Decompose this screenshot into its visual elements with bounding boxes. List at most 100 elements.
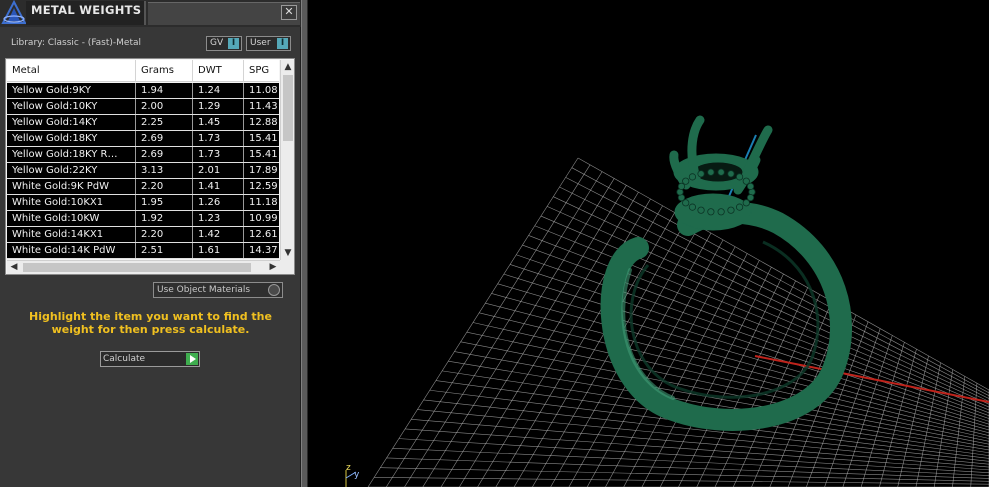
gv-toggle[interactable]: GV I: [206, 36, 242, 51]
panel-splitter[interactable]: [301, 0, 308, 487]
cell-spg: 11.43: [249, 101, 278, 112]
panel-title-tab[interactable]: METAL WEIGHTS: [26, 1, 146, 25]
cell-grams: 2.69: [136, 147, 193, 162]
cell-grams: 2.25: [136, 115, 193, 130]
cell-grams: 1.94: [136, 83, 193, 98]
cell-grams: 2.69: [136, 131, 193, 146]
halo-bead: [727, 170, 735, 178]
table-row[interactable]: Yellow Gold:18KY R… 2.69 1.73 15.41: [7, 147, 279, 163]
titlebar-fill: [148, 2, 300, 25]
grid-line: [405, 428, 989, 471]
cell-dwt: 1.73: [193, 147, 244, 162]
horizontal-scrollbar[interactable]: ◀ ▶: [7, 260, 280, 274]
table-row[interactable]: Yellow Gold:14KY 2.25 1.45 12.88: [7, 115, 279, 131]
x-axis-line: [754, 355, 989, 403]
vertical-scroll-thumb[interactable]: [283, 75, 293, 141]
scroll-down-icon[interactable]: ▼: [281, 246, 294, 260]
halo-bead: [746, 182, 755, 190]
cell-spg: 12.88: [249, 117, 278, 128]
table-row[interactable]: Yellow Gold:9KY 1.94 1.24 11.08: [7, 83, 279, 99]
table-row[interactable]: Yellow Gold:18KY 2.69 1.73 15.41: [7, 131, 279, 147]
viewport-canvas[interactable]: z y: [308, 0, 989, 487]
column-header-spg[interactable]: SPG: [244, 60, 280, 82]
cell-spg: 10.99: [249, 213, 278, 224]
cell-metal: Yellow Gold:14KY: [7, 115, 136, 130]
halo-bead: [735, 173, 744, 181]
ring-model[interactable]: [600, 115, 852, 431]
column-header-dwt[interactable]: DWT: [193, 60, 244, 82]
grid-line: [448, 360, 989, 451]
table-row[interactable]: White Gold:9K PdW 2.20 1.41 12.59: [7, 179, 279, 195]
table-row[interactable]: White Gold:10KX1 1.95 1.26 11.18: [7, 195, 279, 211]
table-header: Metal Grams DWT SPG: [7, 60, 279, 82]
table-body: Yellow Gold:9KY 1.94 1.24 11.08 Yellow Gold:…: [7, 83, 279, 260]
scroll-right-icon[interactable]: ▶: [266, 261, 280, 274]
grid-line: [952, 376, 966, 487]
grid-line: [897, 355, 929, 487]
axis-label-z: z: [346, 463, 351, 473]
cell-grams: 1.95: [136, 195, 193, 210]
horizontal-scroll-thumb[interactable]: [23, 263, 251, 272]
grid-line: [678, 273, 784, 487]
grid-line: [842, 335, 893, 487]
cell-grams: 2.00: [136, 99, 193, 114]
use-object-materials-toggle[interactable]: Use Object Materials: [153, 282, 283, 298]
table-row[interactable]: White Gold:14KX1 2.20 1.42 12.61: [7, 227, 279, 243]
cell-metal: Yellow Gold:9KY: [7, 83, 136, 98]
cell-dwt: 1.26: [193, 195, 244, 210]
cell-grams: 3.13: [136, 163, 193, 178]
halo-bead: [688, 203, 697, 211]
halo-bead: [707, 168, 715, 176]
cell-metal: Yellow Gold:18KY R…: [7, 147, 136, 162]
cell-dwt: 1.73: [193, 131, 244, 146]
grid-line: [933, 369, 954, 487]
table-row[interactable]: White Gold:10KW 1.92 1.23 10.99: [7, 211, 279, 227]
close-icon[interactable]: ✕: [281, 5, 297, 20]
cell-dwt: 1.24: [193, 83, 244, 98]
ring-shank-inner: [629, 240, 820, 399]
panel-title: METAL WEIGHTS: [31, 3, 142, 17]
grid-line: [392, 447, 989, 476]
grid-line: [380, 467, 989, 482]
user-toggle[interactable]: User I: [246, 36, 291, 51]
scroll-up-icon[interactable]: ▲: [281, 60, 294, 74]
instruction-text: Highlight the item you want to find the …: [29, 310, 272, 336]
app-logo-icon: [1, 0, 27, 24]
halo-bead: [697, 170, 705, 178]
cell-metal: White Gold:9K PdW: [7, 179, 136, 194]
3d-viewport[interactable]: z y: [308, 0, 989, 487]
cell-spg: 14.37: [249, 245, 278, 256]
vertical-scrollbar[interactable]: ▲ ▼: [280, 60, 294, 260]
grid-line: [374, 477, 989, 485]
cell-dwt: 1.29: [193, 99, 244, 114]
ring-shank: [600, 201, 852, 431]
cell-spg: 17.89: [249, 165, 278, 176]
cell-spg: 11.18: [249, 197, 278, 208]
cell-grams: 2.20: [136, 179, 193, 194]
table-row[interactable]: White Gold:14K PdW 2.51 1.61 14.37: [7, 243, 279, 259]
halo-bead: [717, 208, 725, 216]
halo-bead: [682, 177, 690, 185]
cell-spg: 15.41: [249, 133, 278, 144]
column-header-metal[interactable]: Metal: [7, 60, 136, 82]
halo-bead: [717, 168, 725, 176]
cell-metal: White Gold:10KX1: [7, 195, 136, 210]
table-row[interactable]: Yellow Gold:10KY 2.00 1.29 11.43: [7, 99, 279, 115]
table-row[interactable]: Yellow Gold:22KY 3.13 2.01 17.89: [7, 163, 279, 179]
column-header-grams[interactable]: Grams: [136, 60, 193, 82]
toggle-switch-icon: I: [228, 38, 239, 49]
gv-toggle-label: GV: [210, 38, 224, 48]
scroll-left-icon[interactable]: ◀: [7, 261, 21, 274]
calculate-button[interactable]: Calculate: [100, 351, 200, 367]
cell-metal: Yellow Gold:18KY: [7, 131, 136, 146]
cell-spg: 12.59: [249, 181, 278, 192]
cell-dwt: 1.41: [193, 179, 244, 194]
cell-spg: 12.61: [249, 229, 278, 240]
cell-spg: 11.08: [249, 85, 278, 96]
calculate-button-label: Calculate: [103, 354, 146, 364]
cell-metal: White Gold:10KW: [7, 211, 136, 226]
metal-weights-panel: METAL WEIGHTS ✕ Library: Classic - (Fast…: [0, 0, 301, 487]
cell-dwt: 2.01: [193, 163, 244, 178]
library-label: Library: Classic - (Fast)-Metal: [11, 38, 142, 48]
grid-line: [386, 457, 989, 479]
